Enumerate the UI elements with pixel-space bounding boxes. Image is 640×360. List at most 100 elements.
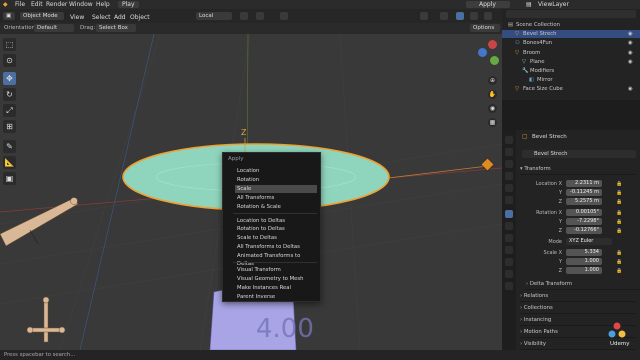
shading-rendered-icon[interactable] [484,12,492,20]
rotation-z-field[interactable]: -0.12766° [566,227,602,234]
annotate-tool-icon[interactable]: ✎ [3,140,16,153]
select-box-tool-icon[interactable]: ⬚ [3,38,16,51]
menu-item[interactable]: Rotation [237,176,317,184]
visibility-eye-icon[interactable]: ◉ [628,30,633,38]
nav-x-icon[interactable] [488,40,497,49]
outliner-row[interactable]: ⚇ Bones4Fun ◉ [502,39,640,47]
outliner-row[interactable]: ▽ Plane ◉ [502,58,640,66]
location-x-field[interactable]: 2.2311 m [566,180,602,187]
header-view[interactable]: View [70,14,84,21]
render-tab-icon[interactable] [505,148,513,156]
tool-tab-icon[interactable] [505,136,513,144]
rotation-x-field[interactable]: 0.00105° [566,209,602,216]
blender-logo-icon[interactable]: ◆ [3,1,8,8]
outliner-search-bar[interactable] [506,10,636,18]
snap-icon[interactable] [256,12,264,20]
outliner-row[interactable]: 🔧 Modifiers [502,67,640,75]
location-z-field[interactable]: 5.2575 m [566,198,602,205]
menu-item[interactable]: Scale to Deltas [237,234,317,242]
lock-icon[interactable]: 🔒 [616,259,622,265]
property-section-header[interactable]: › Relations [520,292,636,302]
menu-item[interactable]: All Transforms [237,194,317,202]
lock-icon[interactable]: 🔒 [616,199,622,205]
transform-section-header[interactable]: ▾ Transform [520,165,636,175]
menu-item[interactable]: Visual Geometry to Mesh [237,275,317,283]
lock-icon[interactable]: 🔒 [616,190,622,196]
shading-solid-icon[interactable] [456,12,464,20]
perspective-toggle-icon[interactable]: ▦ [488,118,497,127]
menu-window[interactable]: Window [69,1,93,8]
scale-tool-icon[interactable]: ⤢ [3,104,16,117]
bones-rig[interactable] [26,296,66,343]
outliner-row[interactable]: ▤ Scene Collection [502,21,640,29]
menu-item[interactable]: Parent Inverse [237,293,317,301]
material-tab-icon[interactable] [505,282,513,290]
move-tool-icon[interactable]: ✥ [3,72,16,85]
outliner-row[interactable]: ▽ Face Size Cube ◉ [502,85,640,93]
visibility-eye-icon[interactable]: ◉ [628,49,633,57]
rotation-y-field[interactable]: -7.2298° [566,218,602,225]
outliner-row[interactable]: ▽ Broom ◉ [502,49,640,57]
location-y-field[interactable]: -0.11245 m [566,189,602,196]
visibility-eye-icon[interactable]: ◉ [628,85,633,93]
header-object[interactable]: Object [130,14,150,21]
lock-icon[interactable]: 🔒 [616,210,622,216]
lock-icon[interactable]: 🔒 [616,228,622,234]
property-section-header[interactable]: › Collections [520,304,636,314]
cursor-tool-icon[interactable]: ⊙ [3,54,16,67]
menu-item[interactable]: Visual Transform [237,266,317,274]
outliner-row[interactable]: ◧ Mirror [502,76,640,84]
menu-item[interactable]: All Transforms to Deltas [237,243,317,251]
menu-item[interactable]: Animated Transforms to Deltas [237,252,317,267]
scale-x-field[interactable]: 5.334 [566,249,602,256]
outliner-row[interactable]: ▽ Bevel Strech ◉ [502,30,640,39]
proportional-edit-icon[interactable] [280,12,288,20]
mode-dropdown[interactable]: Object Mode [20,12,64,20]
header-select[interactable]: Select [92,14,111,21]
lock-icon[interactable]: 🔒 [616,219,622,225]
xray-icon[interactable] [440,12,448,20]
pan-icon[interactable]: ✋ [488,90,497,99]
lock-icon[interactable]: 🔒 [616,268,622,274]
visibility-eye-icon[interactable]: ◉ [628,39,633,47]
transform-orientation-dropdown[interactable]: Local [196,12,232,20]
rotation-mode-dropdown[interactable]: XYZ Euler [566,238,612,245]
output-tab-icon[interactable] [505,160,513,168]
scale-y-field[interactable]: 1.000 [566,258,602,265]
overlay-icon[interactable] [420,12,428,20]
shading-material-icon[interactable] [470,12,478,20]
editor-type-icon[interactable]: ▣ [3,12,15,20]
menu-file[interactable]: File [15,1,25,8]
drag-dropdown[interactable]: Select Box [96,24,136,32]
camera-view-icon[interactable]: ◉ [488,104,497,113]
object-name-field[interactable]: Bevel Strech [522,150,636,158]
menu-item[interactable]: Location [237,167,317,175]
view-layer-tab-icon[interactable] [505,172,513,180]
menu-item[interactable]: Rotation to Deltas [237,225,317,233]
property-section-header[interactable]: › Delta Transform [526,280,640,290]
zoom-icon[interactable]: ⊕ [488,76,497,85]
transform-tool-icon[interactable]: ⊞ [3,120,16,133]
menu-item[interactable]: Make Instances Real [237,284,317,292]
menu-help[interactable]: Help [96,1,110,8]
workspace-tab-play[interactable]: Play [118,1,139,8]
measure-tool-icon[interactable]: 📐 [3,156,16,169]
view-layer-name[interactable]: ViewLayer [538,1,569,8]
menu-item[interactable]: Location to Deltas [237,217,317,225]
nav-z-icon[interactable] [478,48,487,57]
visibility-eye-icon[interactable]: ◉ [628,58,633,66]
apply-operator-chip[interactable]: Apply [466,1,510,8]
menu-item[interactable]: Scale [235,184,317,193]
menu-render[interactable]: Render [46,1,67,8]
options-dropdown[interactable]: Options [470,24,500,32]
rotate-tool-icon[interactable]: ↻ [3,88,16,101]
add-cube-tool-icon[interactable]: ▣ [3,172,16,185]
orientation-dropdown[interactable]: Default [34,24,74,32]
nav-y-icon[interactable] [490,56,499,65]
pivot-icon[interactable] [240,12,248,20]
header-add[interactable]: Add [114,14,126,21]
lock-icon[interactable]: 🔒 [616,181,622,187]
menu-item[interactable]: Rotation & Scale [237,203,317,211]
scale-z-field[interactable]: 1.000 [566,267,602,274]
menu-edit[interactable]: Edit [31,1,43,8]
